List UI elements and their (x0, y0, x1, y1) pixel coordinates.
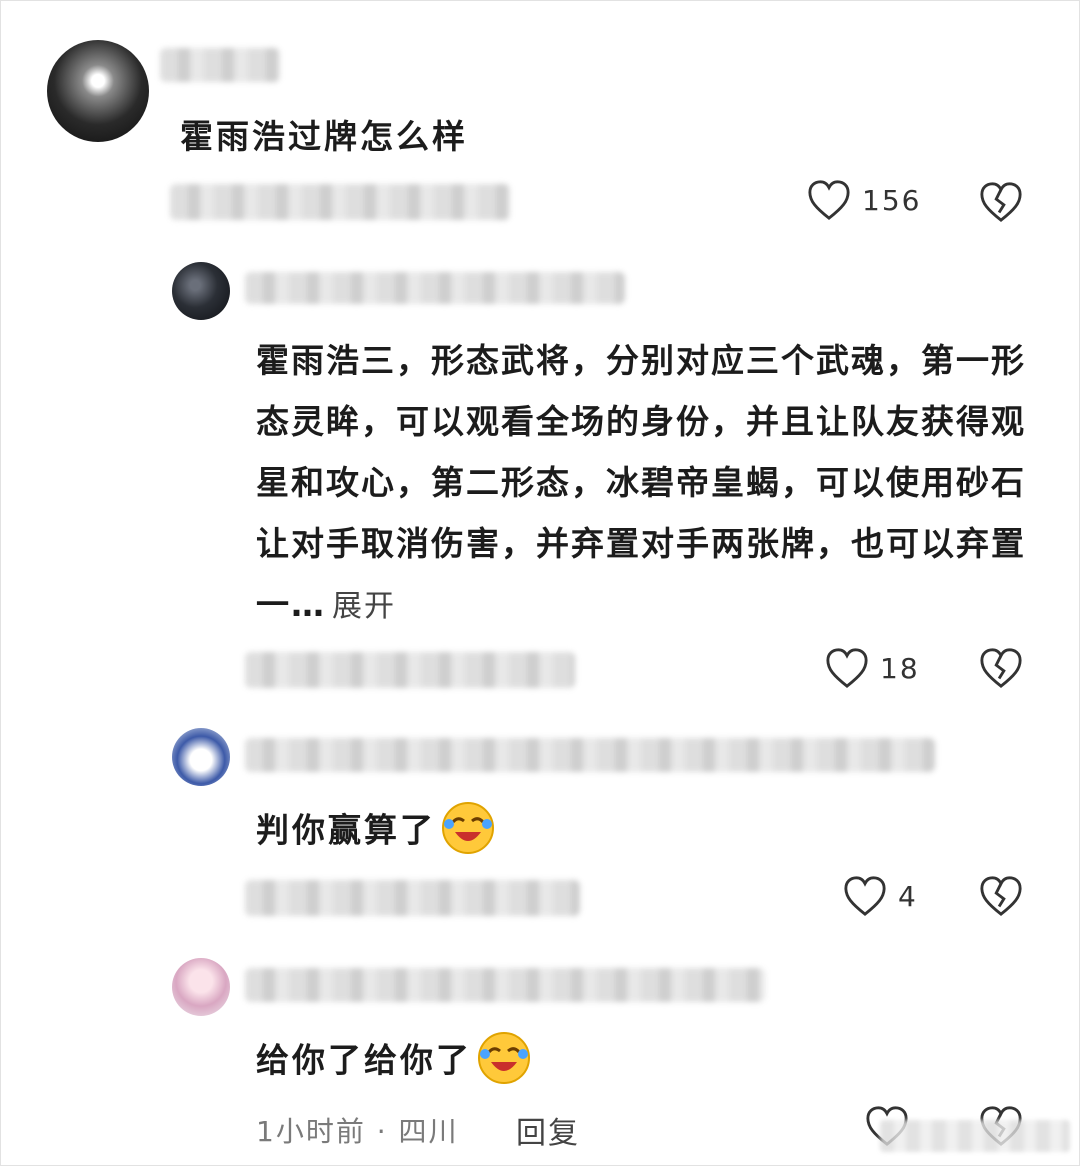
like-button[interactable]: 156 (806, 178, 921, 222)
heart-outline-icon (806, 178, 852, 222)
username-blurred[interactable] (245, 968, 765, 1002)
username-blurred[interactable] (160, 48, 280, 82)
broken-heart-icon (978, 182, 1024, 228)
comment-body: 给你了给你了 (256, 1040, 472, 1080)
dislike-button[interactable] (978, 646, 1024, 694)
like-button[interactable]: 4 (842, 874, 918, 918)
laughing-crying-emoji (440, 800, 496, 864)
comment-body: 霍雨浩三，形态武将，分别对应三个武魂，第一形态灵眸，可以观看全场的身份，并且让队… (256, 341, 1026, 624)
like-button[interactable]: 18 (824, 646, 920, 690)
comment-text: 霍雨浩过牌怎么样 (180, 117, 468, 156)
meta-blurred (245, 880, 580, 916)
comment-text: 判你赢算了 (256, 800, 496, 864)
broken-heart-icon (978, 648, 1024, 694)
heart-outline-icon (824, 646, 870, 690)
like-count: 156 (862, 183, 922, 217)
comment-text: 霍雨浩三，形态武将，分别对应三个武魂，第一形态灵眸，可以观看全场的身份，并且让队… (256, 330, 1036, 637)
avatar[interactable] (47, 40, 149, 142)
avatar[interactable] (172, 958, 230, 1016)
expand-link[interactable]: 展开 (332, 589, 396, 624)
meta-blurred (245, 652, 575, 688)
broken-heart-icon (978, 876, 1024, 922)
comment-body: 判你赢算了 (256, 810, 436, 850)
avatar[interactable] (172, 728, 230, 786)
username-blurred[interactable] (245, 738, 935, 772)
username-blurred[interactable] (245, 272, 625, 304)
dislike-button[interactable] (978, 180, 1024, 228)
comment-meta: 1小时前 · 四川 (256, 1115, 459, 1148)
laughing-crying-emoji (476, 1030, 532, 1094)
like-count: 4 (898, 879, 918, 913)
heart-outline-icon (842, 874, 888, 918)
comment-text: 给你了给你了 (256, 1030, 532, 1094)
avatar[interactable] (172, 262, 230, 320)
reply-button[interactable]: 回复 (516, 1108, 580, 1152)
meta-blurred (170, 184, 510, 220)
like-count: 18 (880, 651, 920, 685)
dislike-button[interactable] (978, 874, 1024, 922)
watermark-blurred (880, 1120, 1070, 1152)
